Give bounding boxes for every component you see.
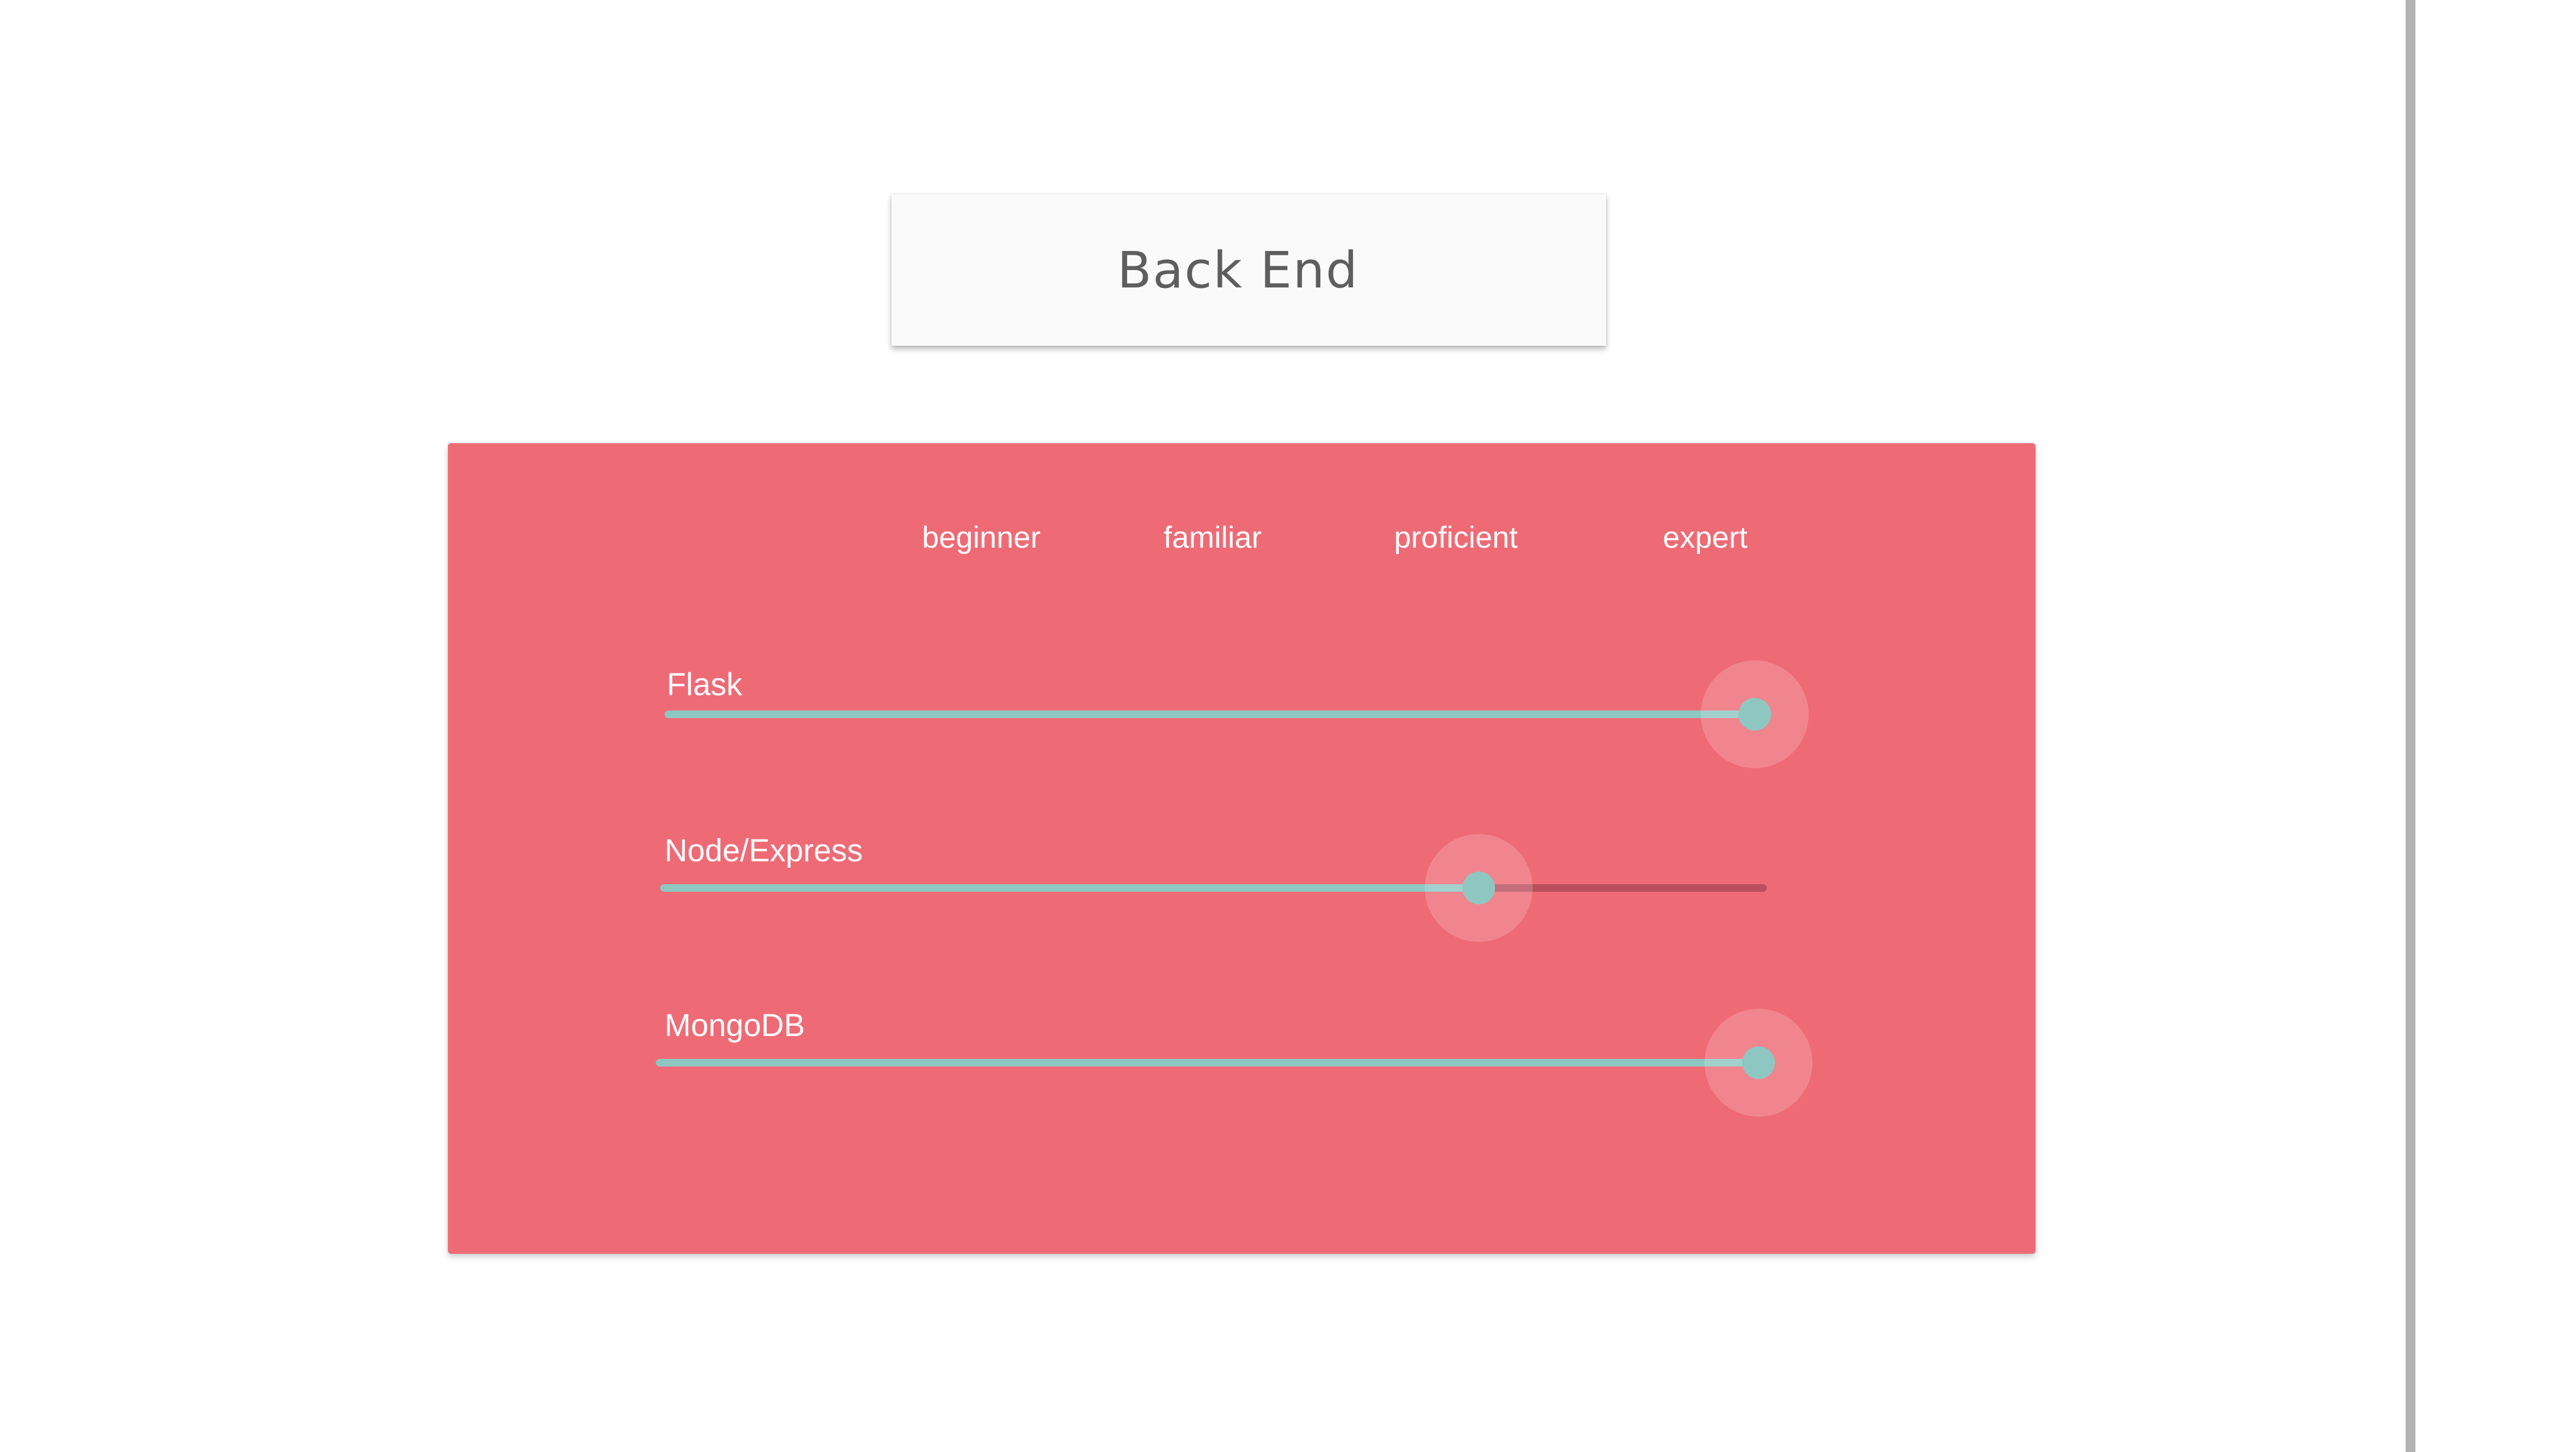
level-label-expert: expert: [1663, 520, 1748, 554]
level-label-proficient: proficient: [1394, 520, 1518, 554]
level-label-beginner: beginner: [922, 520, 1041, 554]
slider-track-fill: [660, 884, 1479, 892]
section-title: Back End: [1117, 241, 1359, 299]
slider-track-fill: [656, 1059, 1759, 1067]
slider-thumb[interactable]: [1742, 1046, 1775, 1079]
section-title-card: Back End: [892, 194, 1606, 346]
slider-thumb[interactable]: [1462, 872, 1496, 904]
level-label-familiar: familiar: [1163, 520, 1262, 554]
skills-card: beginner familiar proficient expert Flas…: [448, 443, 2036, 1254]
vertical-scrollbar[interactable]: [2406, 0, 2415, 1452]
skill-slider-node-express[interactable]: [660, 834, 1767, 942]
page: Back End beginner familiar proficient ex…: [0, 0, 2576, 1452]
skill-slider-mongodb[interactable]: [656, 1009, 1812, 1117]
slider-track-fill: [665, 710, 1755, 718]
skill-slider-flask[interactable]: [665, 660, 1809, 768]
slider-thumb[interactable]: [1738, 698, 1771, 731]
